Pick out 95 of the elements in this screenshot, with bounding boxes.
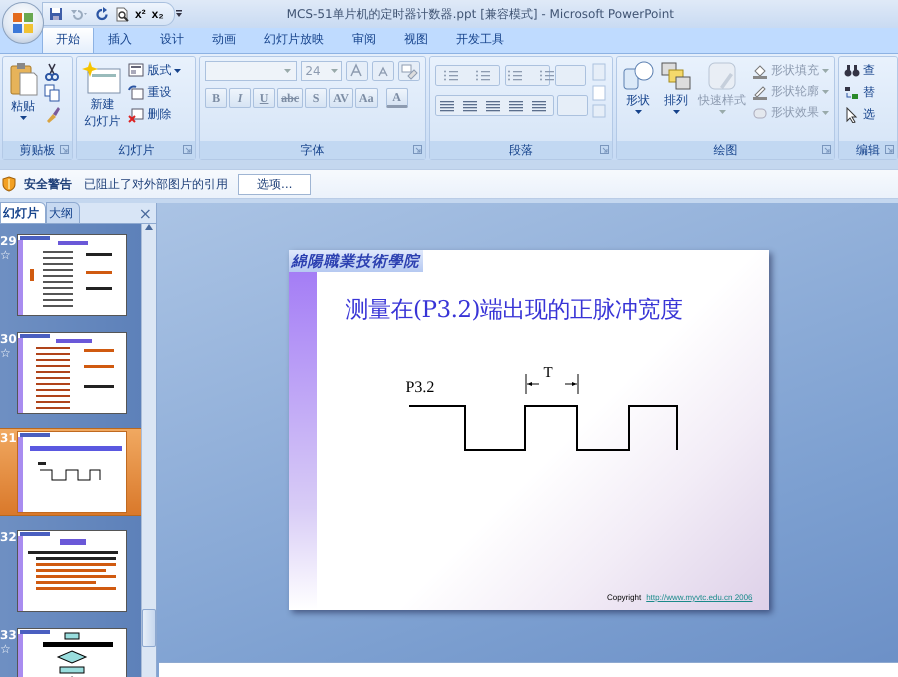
slide-title: 测量在(P3.2)端出现的正脉冲宽度 (346, 296, 684, 325)
grow-font-icon[interactable] (346, 61, 368, 81)
ribbon-tab[interactable]: 设计 (146, 26, 198, 53)
group-title: 幻灯片 (118, 142, 154, 158)
group-title: 绘图 (714, 142, 738, 158)
slide-thumbnail[interactable] (17, 332, 127, 414)
ribbon-tab[interactable]: 插入 (94, 26, 146, 53)
scrollbar-thumb[interactable] (142, 609, 156, 647)
dialog-launcher-icon[interactable] (822, 145, 832, 154)
customize-menu-icon[interactable] (174, 9, 183, 19)
ribbon-tab[interactable]: 开始 (42, 26, 94, 53)
window-title: MCS-51单片机的定时器计数器.ppt [兼容模式] - Microsoft PowerPoint (286, 6, 676, 22)
replace-icon (844, 84, 860, 100)
dialog-launcher-icon[interactable] (600, 145, 610, 154)
slide-thumbnail[interactable] (17, 431, 127, 513)
copy-icon[interactable] (44, 84, 60, 102)
animation-mark: ☆ (0, 248, 11, 262)
clear-formatting-icon[interactable] (398, 61, 420, 81)
find-button[interactable]: 查 (844, 61, 876, 80)
scroll-up-arrow-icon[interactable] (145, 224, 153, 230)
dropdown-arrow-icon (822, 110, 830, 114)
period-label: T (544, 365, 553, 382)
shapes-icon (622, 61, 654, 91)
superscript-button[interactable]: x² (135, 7, 146, 21)
close-button[interactable]: × (138, 205, 152, 223)
new-slide-icon (82, 61, 122, 95)
layout-button[interactable]: 版式 (128, 61, 182, 80)
notes-pane[interactable] (159, 662, 898, 677)
scissors-icon[interactable] (44, 63, 60, 81)
shape-fill-icon (752, 62, 768, 78)
animation-mark: ☆ (0, 346, 11, 360)
ribbon-tab[interactable]: 动画 (198, 26, 250, 53)
dialog-launcher-icon[interactable] (183, 145, 192, 154)
delete-icon (128, 106, 144, 122)
dropdown-arrow-icon (718, 110, 726, 114)
slide-number: 33 (0, 628, 17, 642)
dialog-launcher-icon[interactable] (60, 145, 70, 154)
save-icon[interactable] (49, 7, 63, 21)
clipboard-icon (8, 61, 38, 97)
warning-message: 已阻止了对外部图片的引用 (84, 176, 228, 192)
shapes-button[interactable]: 形状 (622, 61, 654, 141)
dropdown-arrow-icon (174, 68, 182, 72)
slide-number: 29 (0, 234, 17, 248)
slide-number: 30 (0, 332, 17, 346)
warning-title: 安全警告 (24, 176, 72, 192)
group-title: 字体 (300, 142, 325, 158)
ribbon-tab[interactable]: 视图 (390, 26, 442, 53)
dialog-launcher-icon[interactable] (413, 145, 422, 154)
slide-thumbnail[interactable] (17, 530, 127, 612)
replace-button[interactable]: 替 (844, 83, 876, 102)
print-preview-icon[interactable] (115, 6, 129, 22)
scrollbar[interactable] (141, 224, 156, 677)
office-logo-icon (11, 11, 35, 35)
reset-icon (128, 84, 144, 100)
dialog-launcher-icon[interactable] (885, 145, 894, 154)
panel-tab[interactable]: 大纲 (46, 202, 80, 223)
ribbon-tab[interactable]: 审阅 (338, 26, 390, 53)
slide-thumbnail[interactable] (17, 234, 127, 316)
delete-button[interactable]: 删除 (128, 105, 182, 124)
ribbon-tab[interactable]: 幻灯片放映 (250, 26, 338, 53)
quick-styles-icon (706, 61, 738, 91)
undo-icon[interactable] (69, 7, 89, 21)
dropdown-arrow-icon (822, 68, 830, 72)
signal-label: P3.2 (406, 379, 434, 397)
dropdown-arrow-icon (672, 110, 680, 114)
shield-icon (2, 176, 16, 192)
find-icon (844, 62, 860, 78)
new-slide-button[interactable]: 新建 幻灯片 (82, 61, 122, 141)
college-logo: 綿陽職業技術學院 (288, 250, 422, 272)
arrange-button[interactable]: 排列 (660, 61, 692, 141)
group-title: 段落 (509, 142, 534, 158)
animation-mark: ☆ (0, 642, 11, 656)
dropdown-arrow-icon (330, 69, 338, 73)
shrink-font-icon[interactable] (372, 61, 394, 81)
group-title: 编辑 (856, 142, 880, 158)
font-name-field[interactable] (205, 61, 298, 81)
paintbrush-icon[interactable] (44, 105, 60, 123)
dropdown-arrow-icon (634, 110, 642, 114)
redo-icon[interactable] (95, 7, 109, 21)
copyright-text: Copyright (606, 593, 642, 602)
slide-number: 31 (0, 431, 17, 445)
dropdown-arrow-icon (20, 116, 26, 120)
slide-number: 32 (0, 530, 17, 544)
subscript-button[interactable]: x₂ (152, 7, 164, 21)
select-button[interactable]: 选 (844, 105, 876, 124)
ribbon-tab[interactable]: 开发工具 (442, 26, 518, 53)
paste-button[interactable]: 粘贴 (8, 61, 38, 141)
layout-icon (128, 62, 144, 78)
panel-tab[interactable]: 幻灯片 (0, 202, 46, 223)
arrange-icon (660, 61, 692, 91)
shape-outline-icon (752, 84, 768, 100)
reset-button[interactable]: 重设 (128, 83, 182, 102)
dropdown-arrow-icon (822, 90, 830, 94)
options-button[interactable]: 选项... (238, 174, 312, 194)
group-title: 剪贴板 (20, 142, 56, 158)
